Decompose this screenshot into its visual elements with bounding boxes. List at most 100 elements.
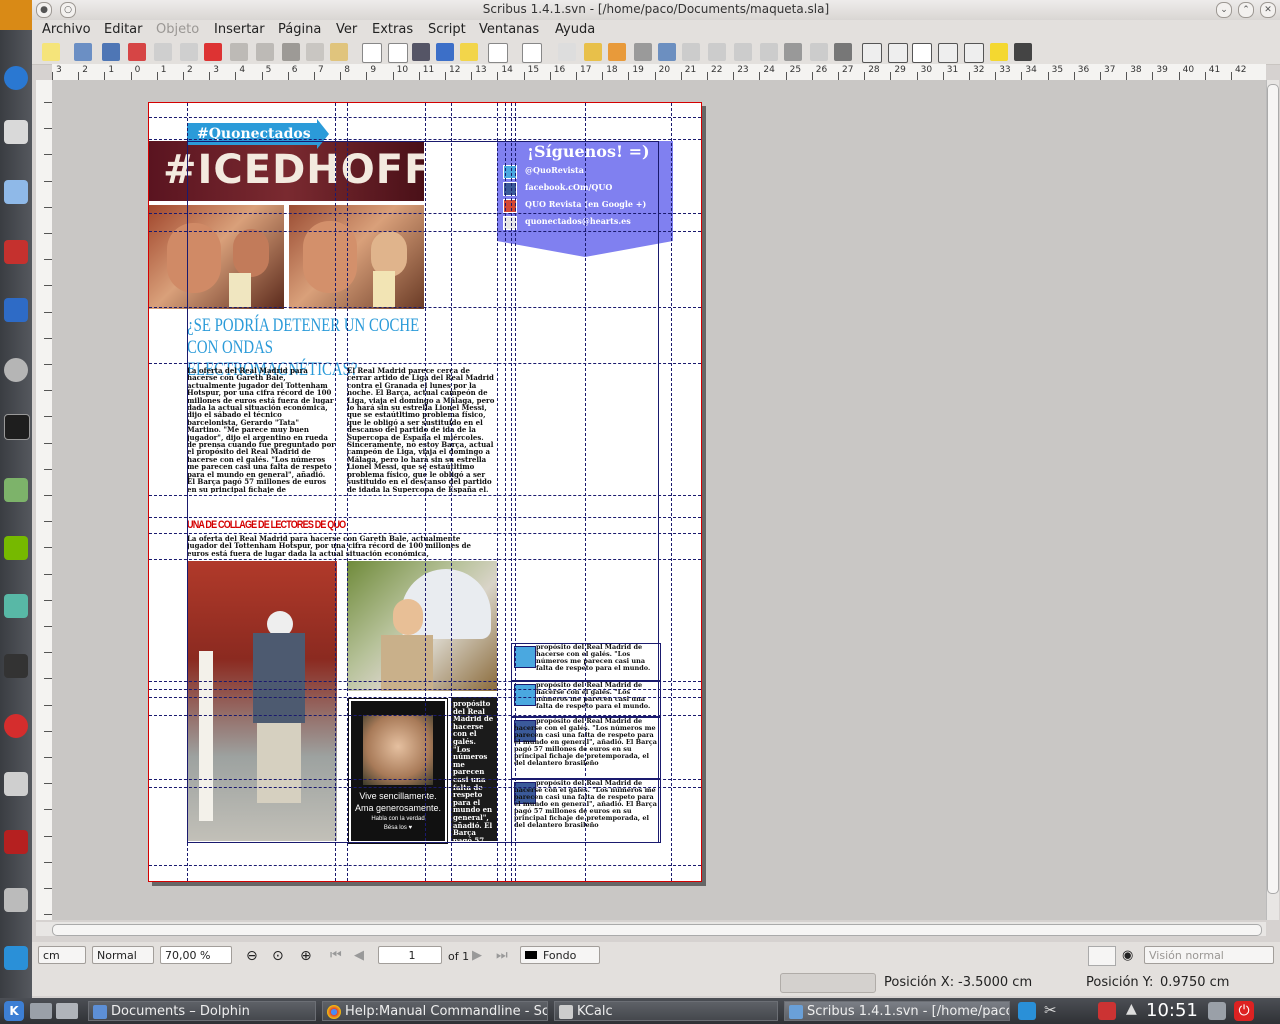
dark-sidebar[interactable]: propósito del Real Madrid de hacerse con… xyxy=(451,697,497,859)
print-icon[interactable] xyxy=(154,43,172,61)
eyedropper-icon[interactable] xyxy=(834,43,852,61)
line-icon[interactable] xyxy=(558,43,576,61)
preflight-icon[interactable] xyxy=(180,43,198,61)
unit-select[interactable]: cm xyxy=(38,946,86,964)
guide-horizontal[interactable] xyxy=(149,533,701,534)
polygon-icon[interactable] xyxy=(522,43,542,63)
photo-hoff-right[interactable] xyxy=(289,205,424,309)
measure-icon[interactable] xyxy=(784,43,802,61)
follow-item-label[interactable]: @QuoRevista xyxy=(525,165,584,175)
monitor-icon[interactable] xyxy=(4,180,28,204)
guide-horizontal[interactable] xyxy=(149,865,701,866)
table-icon[interactable] xyxy=(460,43,478,61)
pdf-text-field-icon[interactable] xyxy=(888,43,908,63)
follow-item-label[interactable]: facebook.cOm/QUO xyxy=(525,182,612,192)
ruler-horizontal[interactable]: 3 2 1 0 1 2 3 4 5 6 7 8 9 10 11 12 13 14 15 16 17 18 19 20 21 22 2… xyxy=(52,64,1266,81)
guide-horizontal[interactable] xyxy=(149,715,701,716)
guide-vertical[interactable] xyxy=(335,103,336,881)
guide-horizontal[interactable] xyxy=(149,231,701,232)
task-chrome-help[interactable]: Help:Manual Commandline - Scr xyxy=(322,1001,548,1021)
export-pdf-icon[interactable] xyxy=(204,43,222,61)
tray-expand-icon[interactable]: ▲ xyxy=(1126,1001,1137,1017)
zoom-icon[interactable] xyxy=(658,43,676,61)
guide-horizontal[interactable] xyxy=(149,689,701,690)
menu-objeto[interactable]: Objeto xyxy=(156,22,199,37)
dropbox-tray-icon[interactable] xyxy=(1018,1002,1036,1020)
guide-horizontal[interactable] xyxy=(149,139,701,140)
text-frame-icon[interactable] xyxy=(388,43,408,63)
pdf-viewer-icon[interactable] xyxy=(4,240,28,264)
klipper-scissors-icon[interactable]: ✂ xyxy=(1044,1001,1057,1019)
maximize-icon[interactable]: ⌃ xyxy=(1238,2,1254,18)
layer-select[interactable]: Fondo xyxy=(520,946,600,964)
lock-screen-icon[interactable] xyxy=(1208,1002,1226,1020)
zoom-field[interactable]: 70,00 % xyxy=(160,946,232,964)
social-post-twitter-2[interactable]: propósito del Real Madrid de hacerse con… xyxy=(511,681,661,717)
menu-extras[interactable]: Extras xyxy=(372,22,413,37)
headline-collage[interactable]: UNA DE COLLAGE DE LECTORES DE QUO xyxy=(187,519,346,531)
photo-woman-umbrella[interactable] xyxy=(347,561,497,691)
ruler-vertical[interactable] xyxy=(36,80,53,920)
image-frame-icon[interactable] xyxy=(412,43,430,61)
zoom-in-icon[interactable]: ⊕ xyxy=(300,948,312,964)
kde-menu-icon[interactable]: K xyxy=(4,1001,24,1021)
menu-archivo[interactable]: Archivo xyxy=(42,22,91,37)
copy-properties-icon[interactable] xyxy=(810,43,828,61)
guide-horizontal[interactable] xyxy=(149,559,701,560)
menu-editar[interactable]: Editar xyxy=(104,22,143,37)
minimize-icon[interactable]: ⌄ xyxy=(1216,2,1232,18)
previous-page-icon[interactable]: ◀ xyxy=(354,948,364,963)
guide-vertical[interactable] xyxy=(451,103,452,881)
guide-vertical[interactable] xyxy=(671,103,672,881)
freehand-icon[interactable] xyxy=(608,43,626,61)
menu-ventanas[interactable]: Ventanas xyxy=(479,22,539,37)
unlink-frames-icon[interactable] xyxy=(760,43,778,61)
follow-item-label[interactable]: quonectados@hearts.es xyxy=(525,216,631,226)
social-post-facebook-1[interactable]: propósito del Real Madrid de hacerse con… xyxy=(511,717,661,779)
shape-icon[interactable] xyxy=(488,43,508,63)
guide-vertical[interactable] xyxy=(511,103,512,881)
close-document-icon[interactable] xyxy=(128,43,146,61)
undo-icon[interactable] xyxy=(230,43,248,61)
paste-icon[interactable] xyxy=(330,43,348,61)
network-icon[interactable] xyxy=(1098,1002,1116,1020)
social-post-facebook-2[interactable]: propósito del Real Madrid de hacerse con… xyxy=(511,779,661,843)
guide-horizontal[interactable] xyxy=(149,517,701,518)
text-column-2[interactable]: El Real Madrid parece cerca de cerrar ar… xyxy=(347,367,495,493)
task-dolphin[interactable]: Documents – Dolphin xyxy=(88,1001,316,1021)
view-mode-select[interactable]: Visión normal xyxy=(1144,946,1274,964)
redo-icon[interactable] xyxy=(256,43,274,61)
pdf-link-icon[interactable] xyxy=(1014,43,1032,61)
save-icon[interactable] xyxy=(102,43,120,61)
video-editor-icon[interactable] xyxy=(4,654,28,678)
dreamweaver-icon[interactable] xyxy=(4,594,28,618)
document-page[interactable]: #ICEDHOFFEE #Quonectados ¡Síguenos! =) @… xyxy=(148,102,702,882)
terminal-red-icon[interactable] xyxy=(4,830,28,854)
vertical-scrollbar-thumb[interactable] xyxy=(1267,84,1279,894)
cut-icon[interactable] xyxy=(282,43,300,61)
menu-ver[interactable]: Ver xyxy=(336,22,357,37)
guide-horizontal[interactable] xyxy=(149,213,701,214)
new-document-icon[interactable] xyxy=(42,43,60,61)
guide-vertical[interactable] xyxy=(497,103,498,881)
guide-horizontal[interactable] xyxy=(149,495,701,496)
photo-hoff-left[interactable] xyxy=(149,205,284,309)
menu-ayuda[interactable]: Ayuda xyxy=(555,22,595,37)
select-tool-icon[interactable] xyxy=(362,43,382,63)
clock[interactable]: 10:51 xyxy=(1146,1000,1198,1021)
teamviewer-icon[interactable] xyxy=(4,66,28,90)
phone-icon[interactable] xyxy=(4,358,28,382)
zoom-100-icon[interactable]: ⊙ xyxy=(272,948,284,964)
text-column-1[interactable]: La oferta del Real Madrid para hacerse c… xyxy=(187,367,335,493)
guide-vertical[interactable] xyxy=(187,103,188,881)
pdf-checkbox-icon[interactable] xyxy=(912,43,932,63)
printer-icon[interactable] xyxy=(4,772,28,796)
link-frames-icon[interactable] xyxy=(734,43,752,61)
pdf-annotation-icon[interactable] xyxy=(990,43,1008,61)
nvidia-icon[interactable] xyxy=(4,536,28,560)
guide-horizontal[interactable] xyxy=(149,307,701,308)
view-eye-icon[interactable]: ◉ xyxy=(1122,948,1133,963)
poster-frame[interactable]: Vive sencillamente. Ama generosamente. H… xyxy=(348,698,448,844)
render-frame-icon[interactable] xyxy=(436,43,454,61)
task-kcalc[interactable]: KCalc xyxy=(554,1001,778,1021)
